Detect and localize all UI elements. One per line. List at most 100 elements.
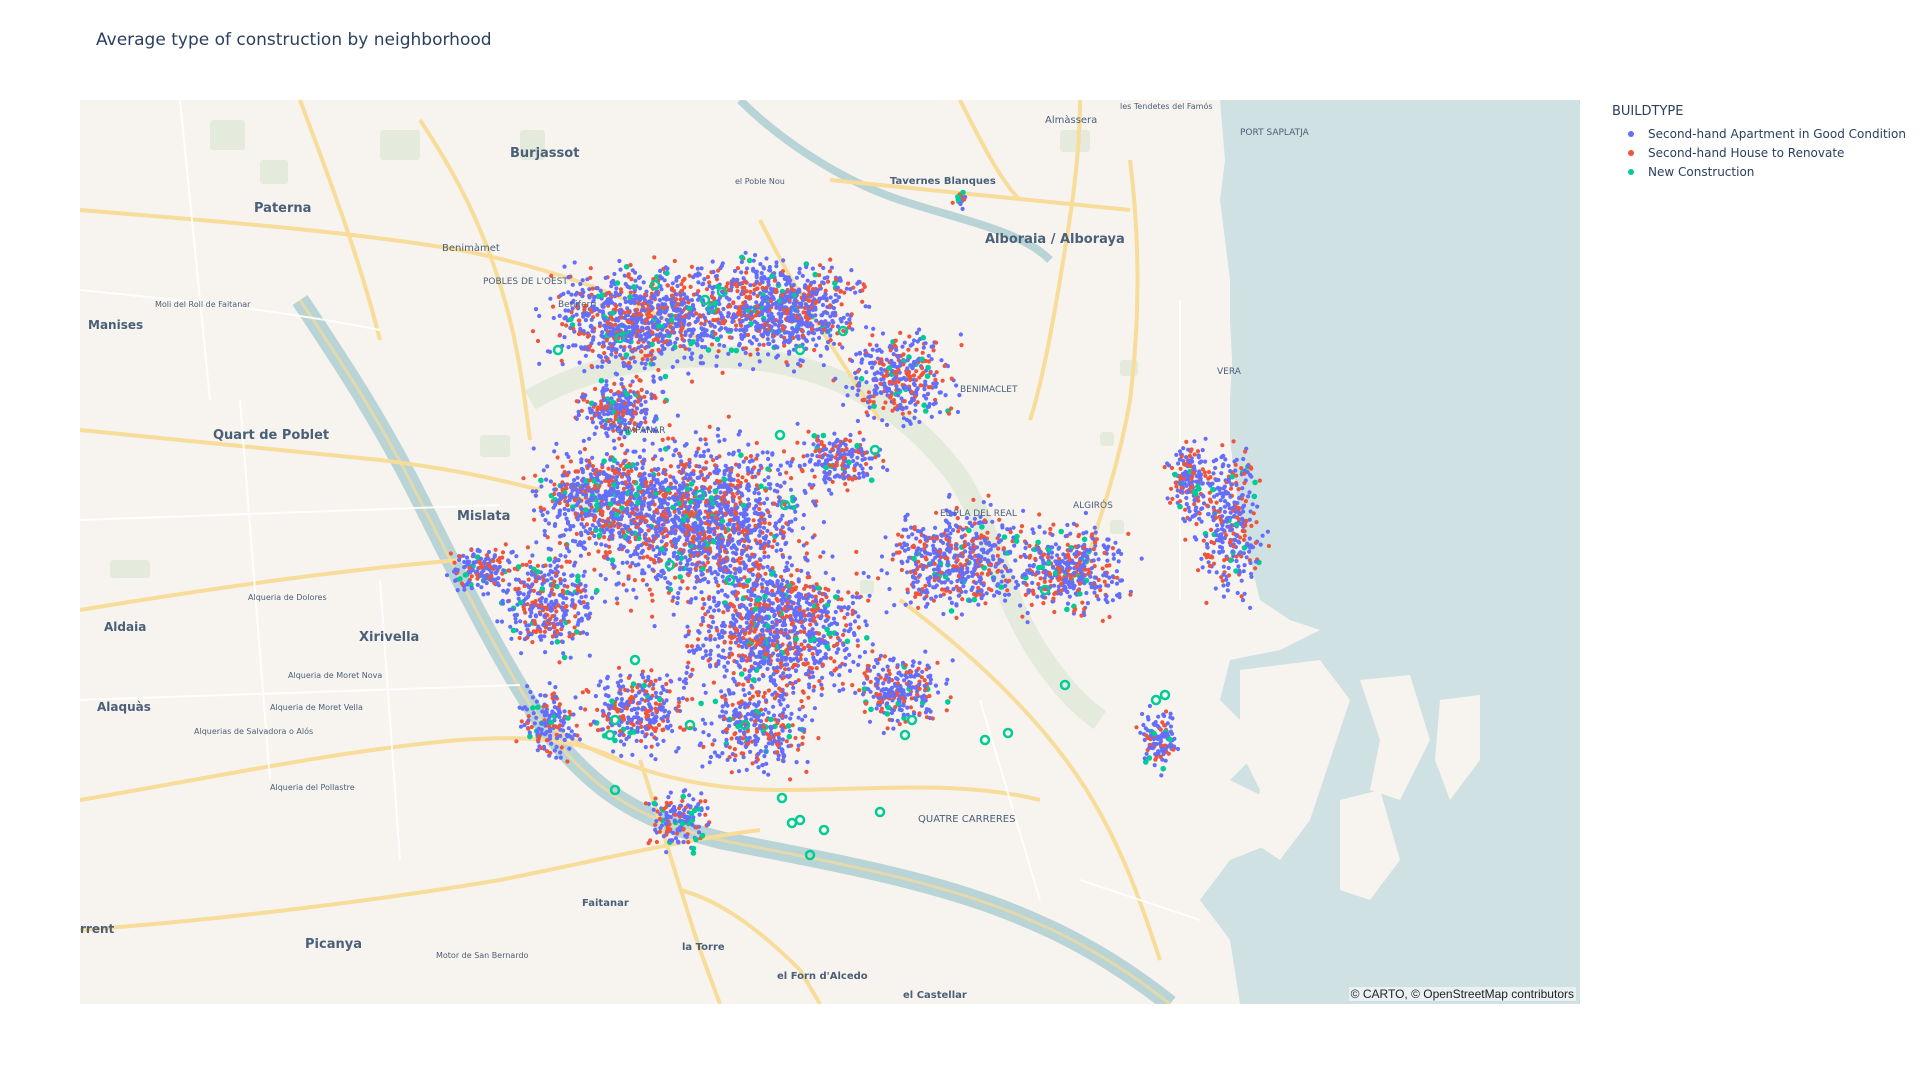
scatter-point <box>686 322 691 327</box>
scatter-point <box>939 358 944 363</box>
scatter-point <box>530 553 535 558</box>
scatter-point <box>567 634 572 639</box>
scatter-point <box>564 486 569 491</box>
scatter-point <box>700 655 706 661</box>
scatter-point <box>504 590 509 595</box>
scatter-point <box>884 422 890 427</box>
scatter-point <box>550 304 556 309</box>
scatter-point <box>757 342 762 347</box>
scatter-point <box>837 342 842 347</box>
scatter-point <box>639 344 644 349</box>
scatter-point <box>802 321 807 326</box>
scatter-point <box>552 491 557 496</box>
scatter-point <box>712 488 719 495</box>
scatter-point <box>890 408 895 413</box>
scatter-point <box>735 266 741 271</box>
scatter-point <box>774 329 779 334</box>
scatter-point <box>555 621 560 627</box>
scatter-point <box>598 573 603 578</box>
scatter-point <box>811 688 816 693</box>
map-view[interactable]: Almàssera les Tendetes del Famós PORT SA… <box>80 100 1580 1004</box>
scatter-point <box>934 340 939 345</box>
scatter-point <box>767 268 772 273</box>
scatter-point <box>637 472 643 477</box>
scatter-point <box>745 324 751 329</box>
scatter-point <box>821 327 827 332</box>
scatter-point <box>758 463 763 468</box>
scatter-point <box>626 477 632 482</box>
scatter-point <box>834 277 839 282</box>
scatter-point <box>630 332 635 337</box>
scatter-point <box>707 280 712 285</box>
scatter-point <box>742 667 747 672</box>
scatter-point <box>646 564 652 569</box>
scatter-point <box>685 586 690 591</box>
scatter-point <box>914 347 919 352</box>
scatter-point <box>726 311 731 316</box>
scatter-point <box>705 347 712 353</box>
scatter-point <box>582 447 587 452</box>
scatter-point <box>630 349 635 354</box>
scatter-point <box>499 619 505 624</box>
scatter-point <box>619 322 624 327</box>
scatter-point <box>871 400 876 405</box>
scatter-point <box>735 558 740 563</box>
scatter-point <box>580 287 585 293</box>
scatter-point <box>590 512 595 517</box>
scatter-point <box>684 486 691 492</box>
scatter-point <box>850 358 855 364</box>
scatter-point <box>649 320 655 325</box>
scatter-point <box>535 591 540 596</box>
scatter-point <box>707 320 712 325</box>
scatter-point <box>878 390 883 395</box>
scatter-point <box>578 326 583 332</box>
scatter-point <box>592 471 598 476</box>
scatter-point <box>599 542 604 547</box>
scatter-point <box>819 319 824 324</box>
scatter-point <box>714 273 720 279</box>
scatter-point <box>707 534 712 539</box>
scatter-point <box>912 382 917 388</box>
scatter-point <box>670 281 675 286</box>
scatter-point <box>530 329 536 334</box>
scatter-point <box>612 497 617 502</box>
scatter-point <box>682 475 688 481</box>
scatter-point <box>775 669 780 674</box>
scatter-point <box>867 342 873 347</box>
scatter-point <box>775 353 781 358</box>
scatter-point <box>717 342 722 347</box>
scatter-point <box>624 501 629 506</box>
scatter-point <box>620 472 626 477</box>
scatter-point <box>926 353 931 358</box>
scatter-point <box>594 286 599 291</box>
scatter-point <box>700 338 705 343</box>
scatter-point <box>693 430 698 435</box>
scatter-point <box>728 468 734 473</box>
scatter-point <box>712 481 718 486</box>
scatter-point <box>557 534 563 539</box>
scatter-point <box>704 328 709 333</box>
scatter-point <box>566 345 571 350</box>
scatter-point <box>818 554 823 559</box>
scatter-point <box>641 280 646 285</box>
scatter-point <box>674 324 679 329</box>
map-canvas[interactable]: Almàssera les Tendetes del Famós PORT SA… <box>80 100 1580 1004</box>
scatter-point <box>658 376 663 381</box>
scatter-point <box>708 605 713 610</box>
scatter-point <box>682 355 687 360</box>
scatter-point <box>810 535 815 540</box>
scatter-point <box>803 657 808 662</box>
scatter-point <box>639 550 644 555</box>
scatter-point <box>741 682 746 687</box>
scatter-point <box>663 576 668 581</box>
scatter-point <box>755 347 760 352</box>
scatter-point <box>666 331 671 336</box>
scatter-point <box>533 493 538 498</box>
scatter-point <box>626 319 631 324</box>
scatter-point <box>768 286 774 291</box>
scatter-point <box>626 574 631 579</box>
scatter-point <box>791 369 797 374</box>
scatter-point <box>748 352 753 357</box>
scatter-point <box>576 620 581 625</box>
scatter-point <box>617 530 622 536</box>
